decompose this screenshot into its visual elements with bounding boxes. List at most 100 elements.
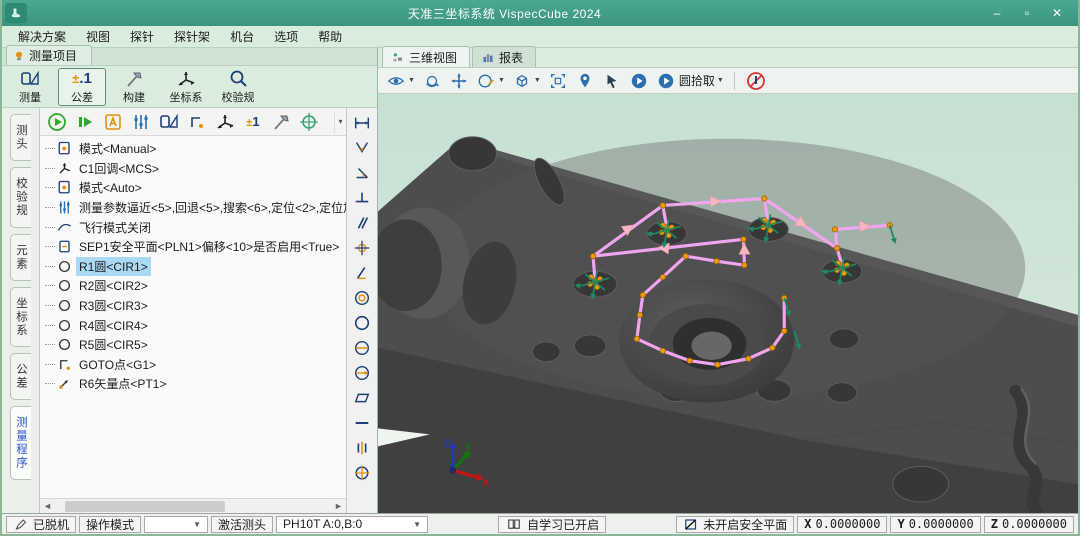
close-button[interactable]: ✕ bbox=[1042, 1, 1072, 25]
tree-item-3[interactable]: 测量参数逼近<5>,回退<5>,搜索<6>,定位<2>,定位加<2>,测量 bbox=[40, 198, 346, 218]
probe-target-button[interactable] bbox=[296, 110, 322, 134]
horizontal-scrollbar[interactable]: ◄ ► bbox=[40, 498, 346, 513]
viewport-3d[interactable]: Z Y X bbox=[378, 94, 1078, 513]
ribbon-gauge-button[interactable]: 校验规 bbox=[214, 68, 262, 106]
circle-pick-button[interactable]: 圆拾取▼ bbox=[656, 72, 724, 90]
tree-item-6[interactable]: R1圆<CIR1> bbox=[40, 257, 346, 277]
tolerance-symmetry-button[interactable] bbox=[350, 437, 374, 459]
tree-item-12[interactable]: R6矢量点<PT1> bbox=[40, 374, 346, 394]
menu-item-6[interactable]: 帮助 bbox=[308, 26, 352, 47]
coord-axis-label: X bbox=[804, 517, 811, 531]
tolerance-roundness-button[interactable] bbox=[350, 312, 374, 334]
tolerance-angle-button[interactable] bbox=[350, 162, 374, 184]
chevron-down-icon[interactable]: ▼ bbox=[717, 77, 724, 84]
true-position-icon bbox=[353, 464, 371, 482]
probe-disabled-button[interactable] bbox=[745, 71, 767, 91]
side-tab-0[interactable]: 测头 bbox=[10, 114, 31, 161]
tolerance-runout-button[interactable] bbox=[350, 362, 374, 384]
eye-button[interactable]: ▼ bbox=[386, 72, 415, 90]
side-tab-5[interactable]: 测量程序 bbox=[10, 406, 31, 480]
side-tab-4[interactable]: 公差 bbox=[10, 353, 31, 400]
ribbon-tolerance-button[interactable]: ±.1公差 bbox=[58, 68, 106, 106]
side-tab-2[interactable]: 元素 bbox=[10, 234, 31, 281]
tolerance-small-button[interactable]: ±1 bbox=[240, 110, 266, 134]
window-title: 天准三坐标系统 VispecCube 2024 bbox=[27, 5, 982, 22]
menu-item-0[interactable]: 解决方案 bbox=[8, 26, 76, 47]
tree-item-label: R5圆<CIR5> bbox=[76, 335, 151, 354]
chevron-down-icon[interactable]: ▼ bbox=[408, 77, 415, 84]
panel-header-tab[interactable]: 测量项目 bbox=[6, 45, 92, 65]
tree-item-1[interactable]: C1回调<MCS> bbox=[40, 159, 346, 179]
tolerance-perpendicularity-button[interactable] bbox=[350, 187, 374, 209]
menu-item-2[interactable]: 探针 bbox=[120, 26, 164, 47]
tree-item-0[interactable]: 模式<Manual> bbox=[40, 139, 346, 159]
measure-params-button[interactable] bbox=[128, 110, 154, 134]
step-run-button[interactable] bbox=[72, 110, 98, 134]
active-probe-select[interactable]: PH10T A:0,B:0▼ bbox=[276, 516, 428, 533]
scroll-track[interactable] bbox=[55, 501, 331, 512]
auto-feature-button[interactable] bbox=[100, 110, 126, 134]
menu-item-3[interactable]: 探针架 bbox=[164, 26, 220, 47]
tolerance-concentricity-button[interactable] bbox=[350, 287, 374, 309]
maximize-button[interactable]: ▫ bbox=[1012, 1, 1042, 25]
tree-guide bbox=[45, 207, 55, 208]
orbit-button[interactable] bbox=[422, 72, 442, 90]
ribbon-coordsys-button[interactable]: 坐标系 bbox=[162, 68, 210, 106]
auto-feature-icon bbox=[103, 112, 123, 132]
scroll-left-icon[interactable]: ◄ bbox=[40, 501, 55, 511]
side-tab-1[interactable]: 校验规 bbox=[10, 167, 31, 228]
measure-icon bbox=[158, 112, 180, 132]
view-tab-0[interactable]: 三维视图 bbox=[382, 46, 470, 67]
tree-item-label: 模式<Auto> bbox=[76, 178, 145, 197]
view-tab-1[interactable]: 报表 bbox=[472, 46, 536, 67]
shade-button[interactable]: ▼ bbox=[476, 72, 505, 90]
pin-button[interactable] bbox=[575, 72, 595, 90]
tree-item-2[interactable]: 模式<Auto> bbox=[40, 178, 346, 198]
run-program-button[interactable] bbox=[44, 110, 70, 134]
measure-button[interactable] bbox=[156, 110, 182, 134]
tree-item-4[interactable]: 飞行模式关闭 bbox=[40, 217, 346, 237]
tolerance-parallelism-button[interactable] bbox=[350, 212, 374, 234]
tree-item-8[interactable]: R3圆<CIR3> bbox=[40, 296, 346, 316]
cube-button[interactable]: ▼ bbox=[512, 72, 541, 90]
tree-item-11[interactable]: GOTO点<G1> bbox=[40, 355, 346, 375]
safety-icon bbox=[57, 239, 72, 254]
tree-item-5[interactable]: SEP1安全平面<PLN1>偏移<10>是否启用<True> bbox=[40, 237, 346, 257]
minimize-button[interactable]: – bbox=[982, 1, 1012, 25]
pin-icon bbox=[575, 72, 595, 90]
tree-item-label: 模式<Manual> bbox=[76, 139, 159, 158]
tolerance-straightness-button[interactable] bbox=[350, 412, 374, 434]
tolerance-angle-between-button[interactable] bbox=[350, 137, 374, 159]
coordsys-icon bbox=[214, 112, 236, 132]
tolerance-cylindricity-button[interactable] bbox=[350, 337, 374, 359]
tolerance-flatness-button[interactable] bbox=[350, 387, 374, 409]
chevron-down-icon[interactable]: ▼ bbox=[534, 77, 541, 84]
side-tab-3[interactable]: 坐标系 bbox=[10, 287, 31, 348]
ribbon-construct-button[interactable]: 构建 bbox=[110, 68, 158, 106]
goto-point-button[interactable] bbox=[184, 110, 210, 134]
ribbon-measure-button[interactable]: 测量 bbox=[6, 68, 54, 106]
fit-button[interactable] bbox=[548, 72, 568, 90]
gauge-icon bbox=[227, 69, 249, 89]
op-mode-select[interactable]: ▼ bbox=[144, 516, 208, 533]
book-icon bbox=[505, 517, 523, 532]
toolbar-overflow-button[interactable]: ▾ bbox=[334, 111, 346, 133]
menu-item-4[interactable]: 机台 bbox=[220, 26, 264, 47]
tree-item-7[interactable]: R2圆<CIR2> bbox=[40, 276, 346, 296]
tolerance-distance-button[interactable] bbox=[350, 112, 374, 134]
playc-button[interactable] bbox=[629, 72, 649, 90]
tree-item-9[interactable]: R4圆<CIR4> bbox=[40, 315, 346, 335]
pan-button[interactable] bbox=[449, 72, 469, 90]
menu-item-1[interactable]: 视图 bbox=[76, 26, 120, 47]
tree-item-10[interactable]: R5圆<CIR5> bbox=[40, 335, 346, 355]
coordsys-button[interactable] bbox=[212, 110, 238, 134]
tolerance-true-position-button[interactable] bbox=[350, 462, 374, 484]
scroll-right-icon[interactable]: ► bbox=[331, 501, 346, 511]
tolerance-position-button[interactable] bbox=[350, 237, 374, 259]
cursor-button[interactable] bbox=[602, 72, 622, 90]
menu-item-5[interactable]: 选项 bbox=[264, 26, 308, 47]
chevron-down-icon[interactable]: ▼ bbox=[498, 77, 505, 84]
construct-button[interactable] bbox=[268, 110, 294, 134]
tolerance-angularity-button[interactable] bbox=[350, 262, 374, 284]
scroll-thumb[interactable] bbox=[65, 501, 225, 512]
